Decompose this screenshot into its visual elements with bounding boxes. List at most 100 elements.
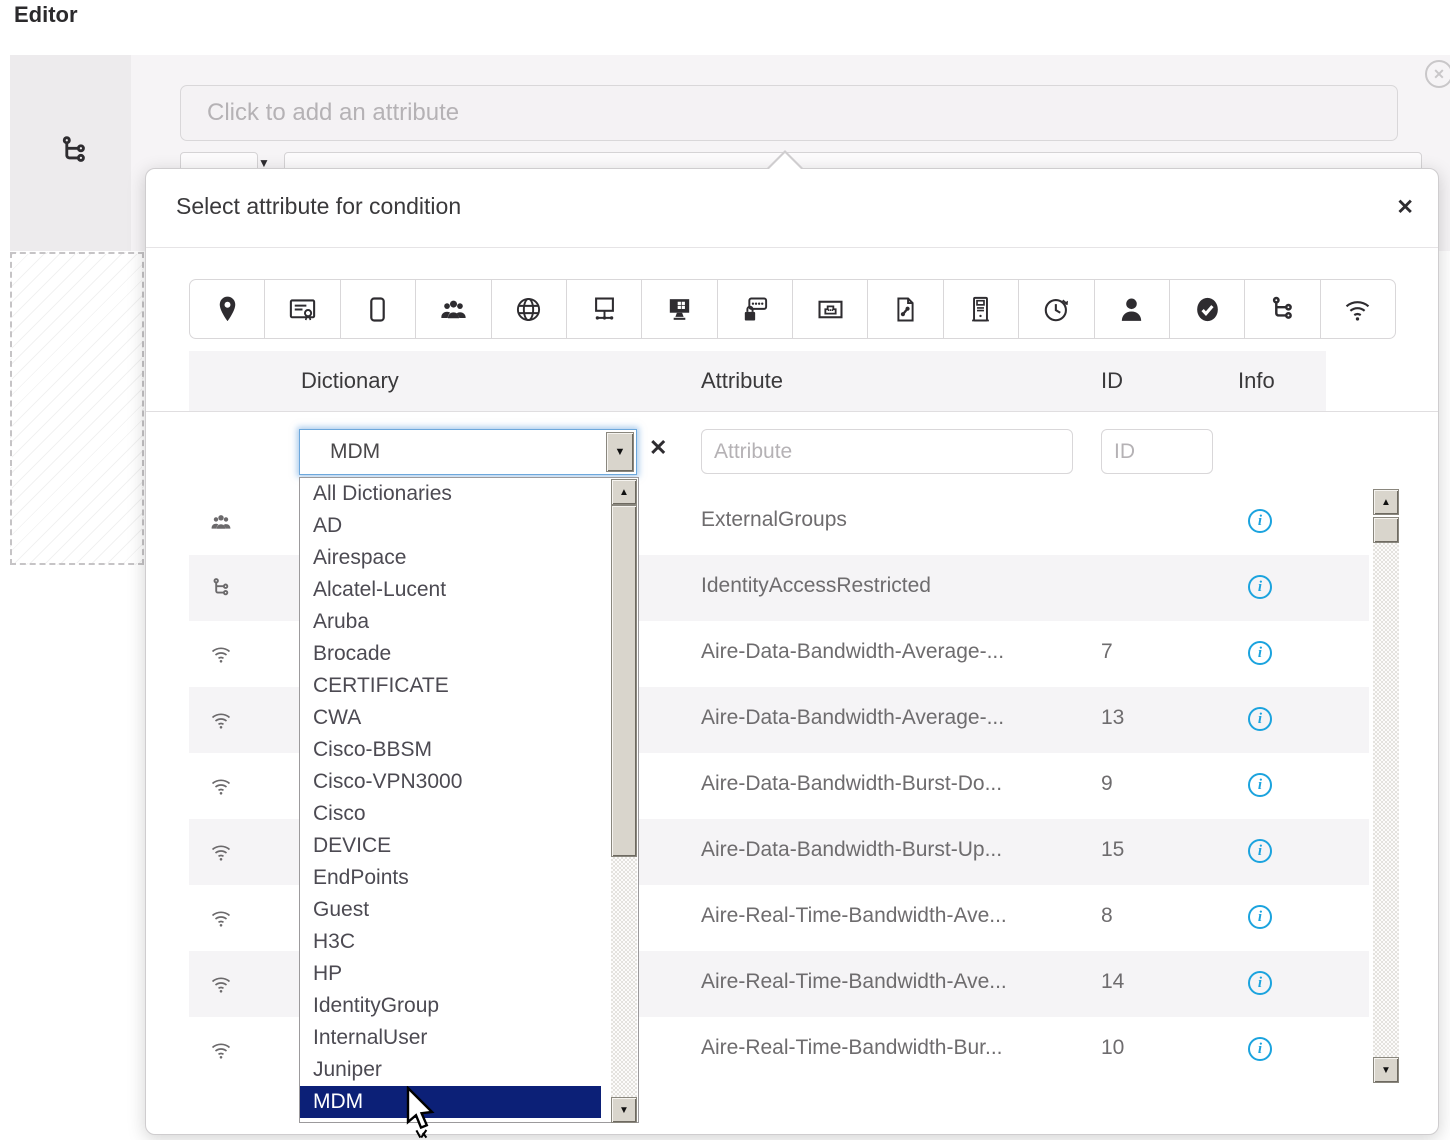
condition-drop-zone — [10, 252, 144, 565]
caret-down-icon: ▼ — [614, 446, 626, 458]
info-icon[interactable]: i — [1248, 641, 1272, 665]
scrollbar-thumb[interactable] — [1373, 517, 1399, 543]
user-icon[interactable] — [1095, 280, 1170, 338]
column-attribute: Attribute — [701, 368, 783, 393]
attribute-id: 14 — [1101, 970, 1125, 993]
scroll-up-icon: ▲ — [619, 486, 629, 498]
wireless-icon — [211, 911, 231, 927]
attribute-id: 13 — [1101, 706, 1125, 729]
dropdown-item[interactable]: DEVICE — [300, 830, 601, 862]
attribute-name: Aire-Data-Bandwidth-Average-... — [701, 640, 1005, 663]
add-attribute-input[interactable] — [180, 85, 1398, 141]
attribute-id: 9 — [1101, 772, 1113, 795]
info-icon[interactable]: i — [1248, 773, 1272, 797]
info-icon[interactable]: i — [1248, 971, 1272, 995]
policy-file-icon[interactable] — [868, 280, 944, 338]
editor-left-column — [10, 55, 131, 251]
table-scrollbar[interactable]: ▲ ▼ — [1373, 489, 1399, 1083]
attribute-name: Aire-Real-Time-Bandwidth-Bur... — [701, 1036, 1003, 1059]
wireless-icon — [211, 977, 231, 993]
scroll-down-icon: ▼ — [1381, 1064, 1391, 1076]
attribute-name: IdentityAccessRestricted — [701, 574, 931, 597]
wireless-icon — [211, 647, 231, 663]
info-icon[interactable]: i — [1248, 575, 1272, 599]
column-id: ID — [1101, 368, 1123, 393]
dropdown-item[interactable]: Airespace — [300, 542, 601, 574]
info-icon[interactable]: i — [1248, 905, 1272, 929]
endpoint-device-icon[interactable] — [341, 280, 417, 338]
attribute-name: Aire-Data-Bandwidth-Burst-Do... — [701, 772, 1003, 795]
attribute-id: 8 — [1101, 904, 1113, 927]
id-filter-input[interactable] — [1101, 429, 1213, 474]
ethernet-port-icon[interactable] — [793, 280, 869, 338]
scrollbar-track[interactable] — [1373, 543, 1399, 1057]
network-condition-icon — [213, 578, 229, 596]
scrollbar-track[interactable] — [611, 857, 637, 1097]
dropdown-item[interactable]: Cisco-VPN3000 — [300, 766, 601, 798]
attribute-category-toolbar — [189, 279, 1396, 339]
attribute-id: 7 — [1101, 640, 1113, 663]
scroll-down-button[interactable]: ▼ — [611, 1097, 637, 1123]
dropdown-item[interactable]: InternalUser — [300, 1022, 601, 1054]
scrollbar-thumb[interactable] — [611, 505, 637, 857]
server-icon[interactable] — [944, 280, 1020, 338]
wireless-icon — [211, 779, 231, 795]
combobox-dropdown-button[interactable]: ▼ — [606, 432, 634, 472]
posture-status-icon[interactable] — [1170, 280, 1246, 338]
wireless-icon[interactable] — [1321, 280, 1395, 338]
scroll-up-button[interactable]: ▲ — [1373, 489, 1399, 515]
dropdown-item[interactable]: EndPoints — [300, 862, 601, 894]
attribute-name: ExternalGroups — [701, 508, 847, 531]
attribute-name: Aire-Data-Bandwidth-Average-... — [701, 706, 1005, 729]
network-condition-icon[interactable] — [1245, 280, 1321, 338]
dropdown-item[interactable]: All Dictionaries — [300, 478, 601, 510]
password-icon[interactable] — [718, 280, 793, 338]
wireless-icon — [211, 713, 231, 729]
table-header: Dictionary Attribute ID Info — [189, 351, 1326, 411]
dropdown-item[interactable]: IdentityGroup — [300, 990, 601, 1022]
dropdown-item-selected[interactable]: MDM — [300, 1086, 601, 1118]
dropdown-item[interactable]: Cisco — [300, 798, 601, 830]
info-icon[interactable]: i — [1248, 509, 1272, 533]
attribute-name: Aire-Data-Bandwidth-Burst-Up... — [701, 838, 1003, 861]
dropdown-item[interactable]: Cisco-BBSM — [300, 734, 601, 766]
dropdown-item[interactable]: HP — [300, 958, 601, 990]
title-separator — [146, 247, 1438, 248]
wireless-icon — [211, 1043, 231, 1059]
dropdown-item[interactable]: CWA — [300, 702, 601, 734]
identity-groups-icon[interactable] — [416, 280, 492, 338]
network-access-icon[interactable] — [567, 280, 643, 338]
dropdown-item[interactable]: Aruba — [300, 606, 601, 638]
column-info: Info — [1238, 368, 1275, 393]
dictionary-dropdown-list: All Dictionaries AD Airespace Alcatel-Lu… — [299, 477, 639, 1123]
internet-domain-icon[interactable] — [492, 280, 567, 338]
dropdown-scrollbar[interactable]: ▲ ▼ — [611, 479, 637, 1123]
info-icon[interactable]: i — [1248, 707, 1272, 731]
attribute-id: 15 — [1101, 838, 1125, 861]
clear-dictionary-filter-icon[interactable]: ✕ — [649, 435, 667, 461]
workstation-icon[interactable] — [642, 280, 718, 338]
attribute-name: Aire-Real-Time-Bandwidth-Ave... — [701, 904, 1007, 927]
dictionary-filter-combobox[interactable]: MDM ▼ — [299, 429, 637, 475]
info-icon[interactable]: i — [1248, 839, 1272, 863]
certificate-icon[interactable] — [265, 280, 341, 338]
info-icon[interactable]: i — [1248, 1037, 1272, 1061]
column-dictionary: Dictionary — [301, 368, 399, 393]
remove-condition-icon[interactable]: ✕ — [1425, 60, 1450, 88]
location-icon[interactable] — [190, 280, 266, 338]
scroll-up-button[interactable]: ▲ — [611, 479, 637, 505]
close-icon[interactable]: ✕ — [1396, 195, 1414, 220]
attribute-id: 10 — [1101, 1036, 1125, 1059]
dropdown-item[interactable]: Alcatel-Lucent — [300, 574, 601, 606]
dropdown-item[interactable]: Juniper — [300, 1054, 601, 1086]
dropdown-item[interactable]: CERTIFICATE — [300, 670, 601, 702]
dropdown-item[interactable]: H3C — [300, 926, 601, 958]
time-and-date-icon[interactable] — [1019, 280, 1095, 338]
scroll-down-button[interactable]: ▼ — [1373, 1057, 1399, 1083]
dropdown-item[interactable]: Guest — [300, 894, 601, 926]
attribute-filter-input[interactable] — [701, 429, 1073, 474]
dictionary-filter-value: MDM — [330, 440, 381, 463]
dropdown-item[interactable]: Brocade — [300, 638, 601, 670]
dropdown-item[interactable]: AD — [300, 510, 601, 542]
dialog-title: Select attribute for condition — [176, 193, 462, 219]
